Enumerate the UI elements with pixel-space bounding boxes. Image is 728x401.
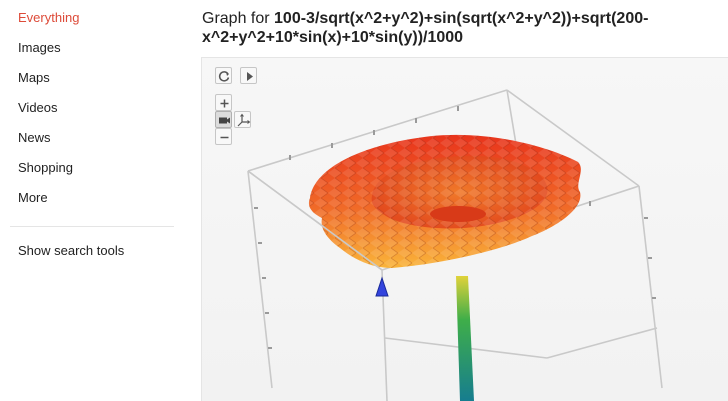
graph-canvas[interactable] <box>201 57 728 401</box>
nav-news[interactable]: News <box>18 130 51 146</box>
nav-more[interactable]: More <box>18 190 48 206</box>
graph-surface-center <box>430 206 486 222</box>
nav-everything[interactable]: Everything <box>18 10 79 26</box>
nav-images[interactable]: Images <box>18 40 61 56</box>
zoom-in-icon <box>220 99 229 108</box>
graph-3d-plot[interactable] <box>202 58 728 401</box>
graph-title-prefix: Graph for <box>202 10 275 27</box>
graph-cursor-marker <box>375 276 389 297</box>
left-sidebar: Everything Images Maps Videos News Shopp… <box>0 0 185 400</box>
nav-videos[interactable]: Videos <box>18 100 58 116</box>
zoom-out-icon <box>220 136 229 139</box>
graph-title: Graph for 100-3/sqrt(x^2+y^2)+sin(sqrt(x… <box>202 9 722 47</box>
play-button[interactable] <box>240 67 257 84</box>
zoom-in-button[interactable] <box>215 94 232 111</box>
show-search-tools-link[interactable]: Show search tools <box>18 243 124 259</box>
reset-view-icon <box>218 71 230 82</box>
axes-mode-button[interactable] <box>234 111 251 128</box>
nav-shopping[interactable]: Shopping <box>18 160 73 176</box>
reset-view-button[interactable] <box>215 67 232 84</box>
camera-mode-button[interactable] <box>215 111 232 128</box>
camera-icon <box>219 117 230 124</box>
graph-stem <box>456 276 474 401</box>
nav-maps[interactable]: Maps <box>18 70 50 86</box>
axes-icon <box>237 113 251 127</box>
play-icon <box>247 72 253 81</box>
sidebar-divider <box>10 226 174 227</box>
zoom-out-button[interactable] <box>215 128 232 145</box>
